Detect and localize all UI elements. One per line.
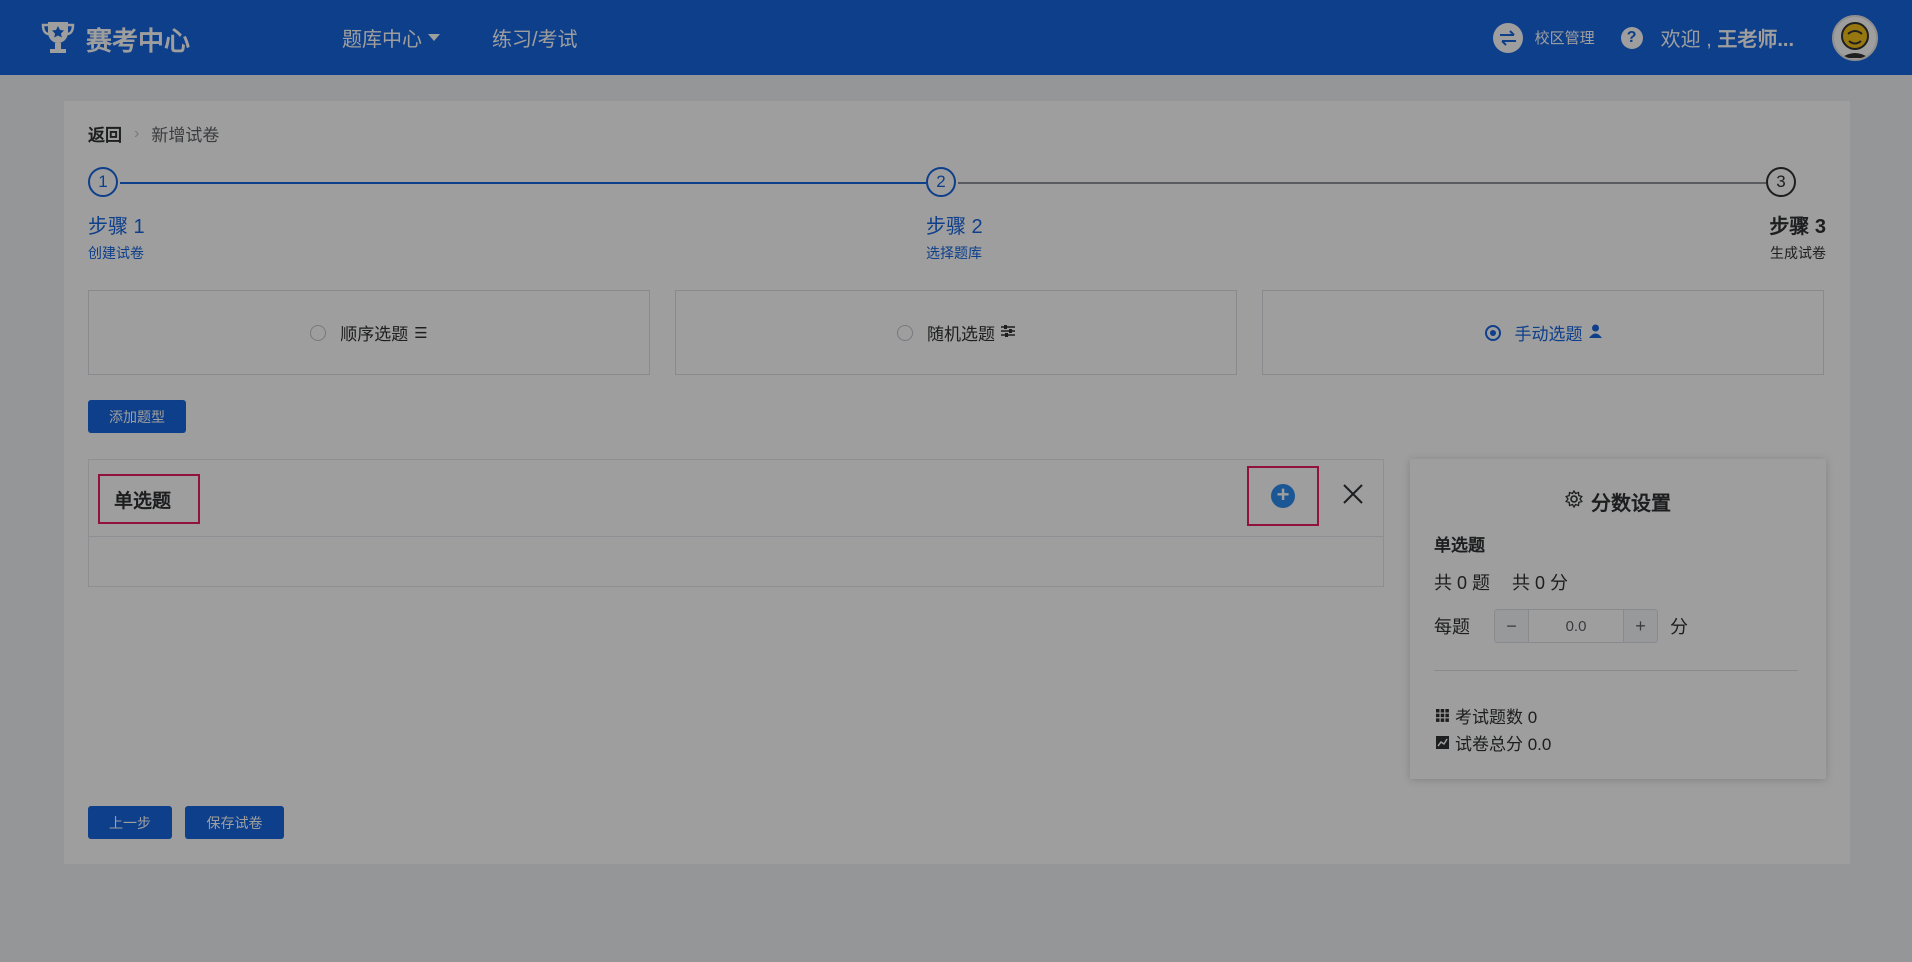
score-input[interactable]: 0.0 (1529, 610, 1623, 642)
step-1-circle: 1 (88, 167, 118, 197)
step-2-title: 步骤 2 (926, 216, 983, 238)
score-stepper[interactable]: − 0.0 + (1494, 609, 1658, 643)
mode-random[interactable]: 随机选题 (675, 290, 1237, 375)
step-1-desc: 创建试卷 (88, 245, 144, 261)
plus-circle-icon: + (1271, 484, 1295, 508)
chevron-right-icon: › (134, 124, 140, 142)
step-3-circle: 3 (1766, 167, 1796, 197)
radio-sequential[interactable] (310, 324, 327, 341)
score-settings-title: 分数设置 (1410, 487, 1826, 516)
swap-icon[interactable] (1492, 22, 1523, 53)
prev-step-button[interactable]: 上一步 (88, 806, 172, 839)
chevron-down-icon (428, 34, 440, 41)
step-line-pending (958, 182, 1766, 184)
breadcrumb-current: 新增试卷 (151, 126, 220, 145)
app-logo[interactable]: 赛考中心 (40, 18, 190, 61)
score-title-text: 分数设置 (1591, 493, 1671, 515)
step-2-circle: 2 (926, 167, 956, 197)
grid-icon (1436, 709, 1449, 722)
total-score-text: 试卷总分 0.0 (1455, 735, 1552, 754)
question-type-title: 单选题 (98, 474, 200, 524)
close-icon[interactable] (1339, 480, 1367, 508)
nav-question-bank-label: 题库中心 (342, 29, 422, 51)
exam-count-text: 考试题数 0 (1455, 708, 1538, 727)
gear-icon (1565, 489, 1583, 514)
mode-sequential[interactable]: 顺序选题 ☰ (88, 290, 650, 375)
breadcrumb: 返回 › 新增试卷 (88, 121, 219, 146)
per-question-label: 每题 (1434, 617, 1470, 637)
score-unit: 分 (1670, 617, 1688, 637)
header-right: 校区管理 ? 欢迎 , 王老师... (1492, 0, 1912, 75)
main-nav: 题库中心 练习/考试 (342, 0, 630, 75)
chart-icon (1436, 736, 1449, 749)
sliders-icon (1001, 324, 1015, 341)
step-line-done (120, 182, 926, 184)
add-question-button[interactable]: + (1247, 466, 1319, 526)
score-per-question: 每题 − 0.0 + 分 (1434, 609, 1688, 643)
save-paper-button[interactable]: 保存试卷 (185, 806, 284, 839)
question-icon[interactable]: ? (1620, 26, 1643, 49)
radio-manual[interactable] (1484, 324, 1501, 341)
decrement-button[interactable]: − (1495, 610, 1529, 642)
campus-management-link[interactable]: 校区管理 (1535, 27, 1595, 48)
step-1-title: 步骤 1 (88, 216, 145, 238)
user-avatar[interactable] (1832, 14, 1878, 61)
score-settings-panel: 分数设置 单选题 共 0 题 共 0 分 每题 − 0.0 + 分 考试题数 0 (1410, 459, 1826, 779)
breadcrumb-back[interactable]: 返回 (88, 121, 122, 146)
nav-question-bank[interactable]: 题库中心 (342, 23, 440, 52)
welcome-prefix: 欢迎 , (1660, 29, 1718, 51)
app-title: 赛考中心 (86, 26, 191, 56)
main-card: 返回 › 新增试卷 1 步骤 1 创建试卷 2 步骤 2 选择题库 3 步骤 3… (64, 101, 1850, 864)
trophy-icon (40, 18, 76, 61)
add-question-type-button[interactable]: 添加题型 (88, 400, 186, 433)
paper-total-score: 试卷总分 0.0 (1436, 730, 1551, 755)
panel-divider (89, 536, 1383, 537)
increment-button[interactable]: + (1623, 610, 1657, 642)
top-header: 赛考中心 题库中心 练习/考试 校区管理 ? 欢迎 , 王老师... (0, 0, 1912, 75)
step-3-desc: 生成试卷 (1770, 245, 1826, 261)
exam-question-count: 考试题数 0 (1436, 703, 1537, 728)
list-icon: ☰ (414, 324, 428, 342)
nav-practice-exam[interactable]: 练习/考试 (492, 23, 578, 52)
step-2-desc: 选择题库 (926, 245, 982, 261)
mode-sequential-label: 顺序选题 (340, 325, 409, 344)
question-type-panel: 单选题 + (88, 459, 1384, 587)
user-name: 王老师... (1717, 29, 1794, 51)
radio-random[interactable] (897, 324, 913, 341)
mode-random-label: 随机选题 (927, 325, 995, 344)
nav-practice-exam-label: 练习/考试 (492, 29, 578, 51)
points-total: 共 0 分 (1512, 573, 1569, 593)
user-icon (1588, 324, 1602, 342)
score-question-type: 单选题 (1434, 536, 1485, 555)
mode-manual-label: 手动选题 (1514, 325, 1583, 344)
score-divider (1434, 670, 1798, 671)
question-count: 共 0 题 (1434, 573, 1491, 593)
welcome-text[interactable]: 欢迎 , 王老师... (1661, 23, 1794, 52)
step-3-title: 步骤 3 (1769, 216, 1826, 238)
mode-manual[interactable]: 手动选题 (1262, 290, 1824, 375)
score-counts: 共 0 题 共 0 分 (1434, 569, 1590, 595)
